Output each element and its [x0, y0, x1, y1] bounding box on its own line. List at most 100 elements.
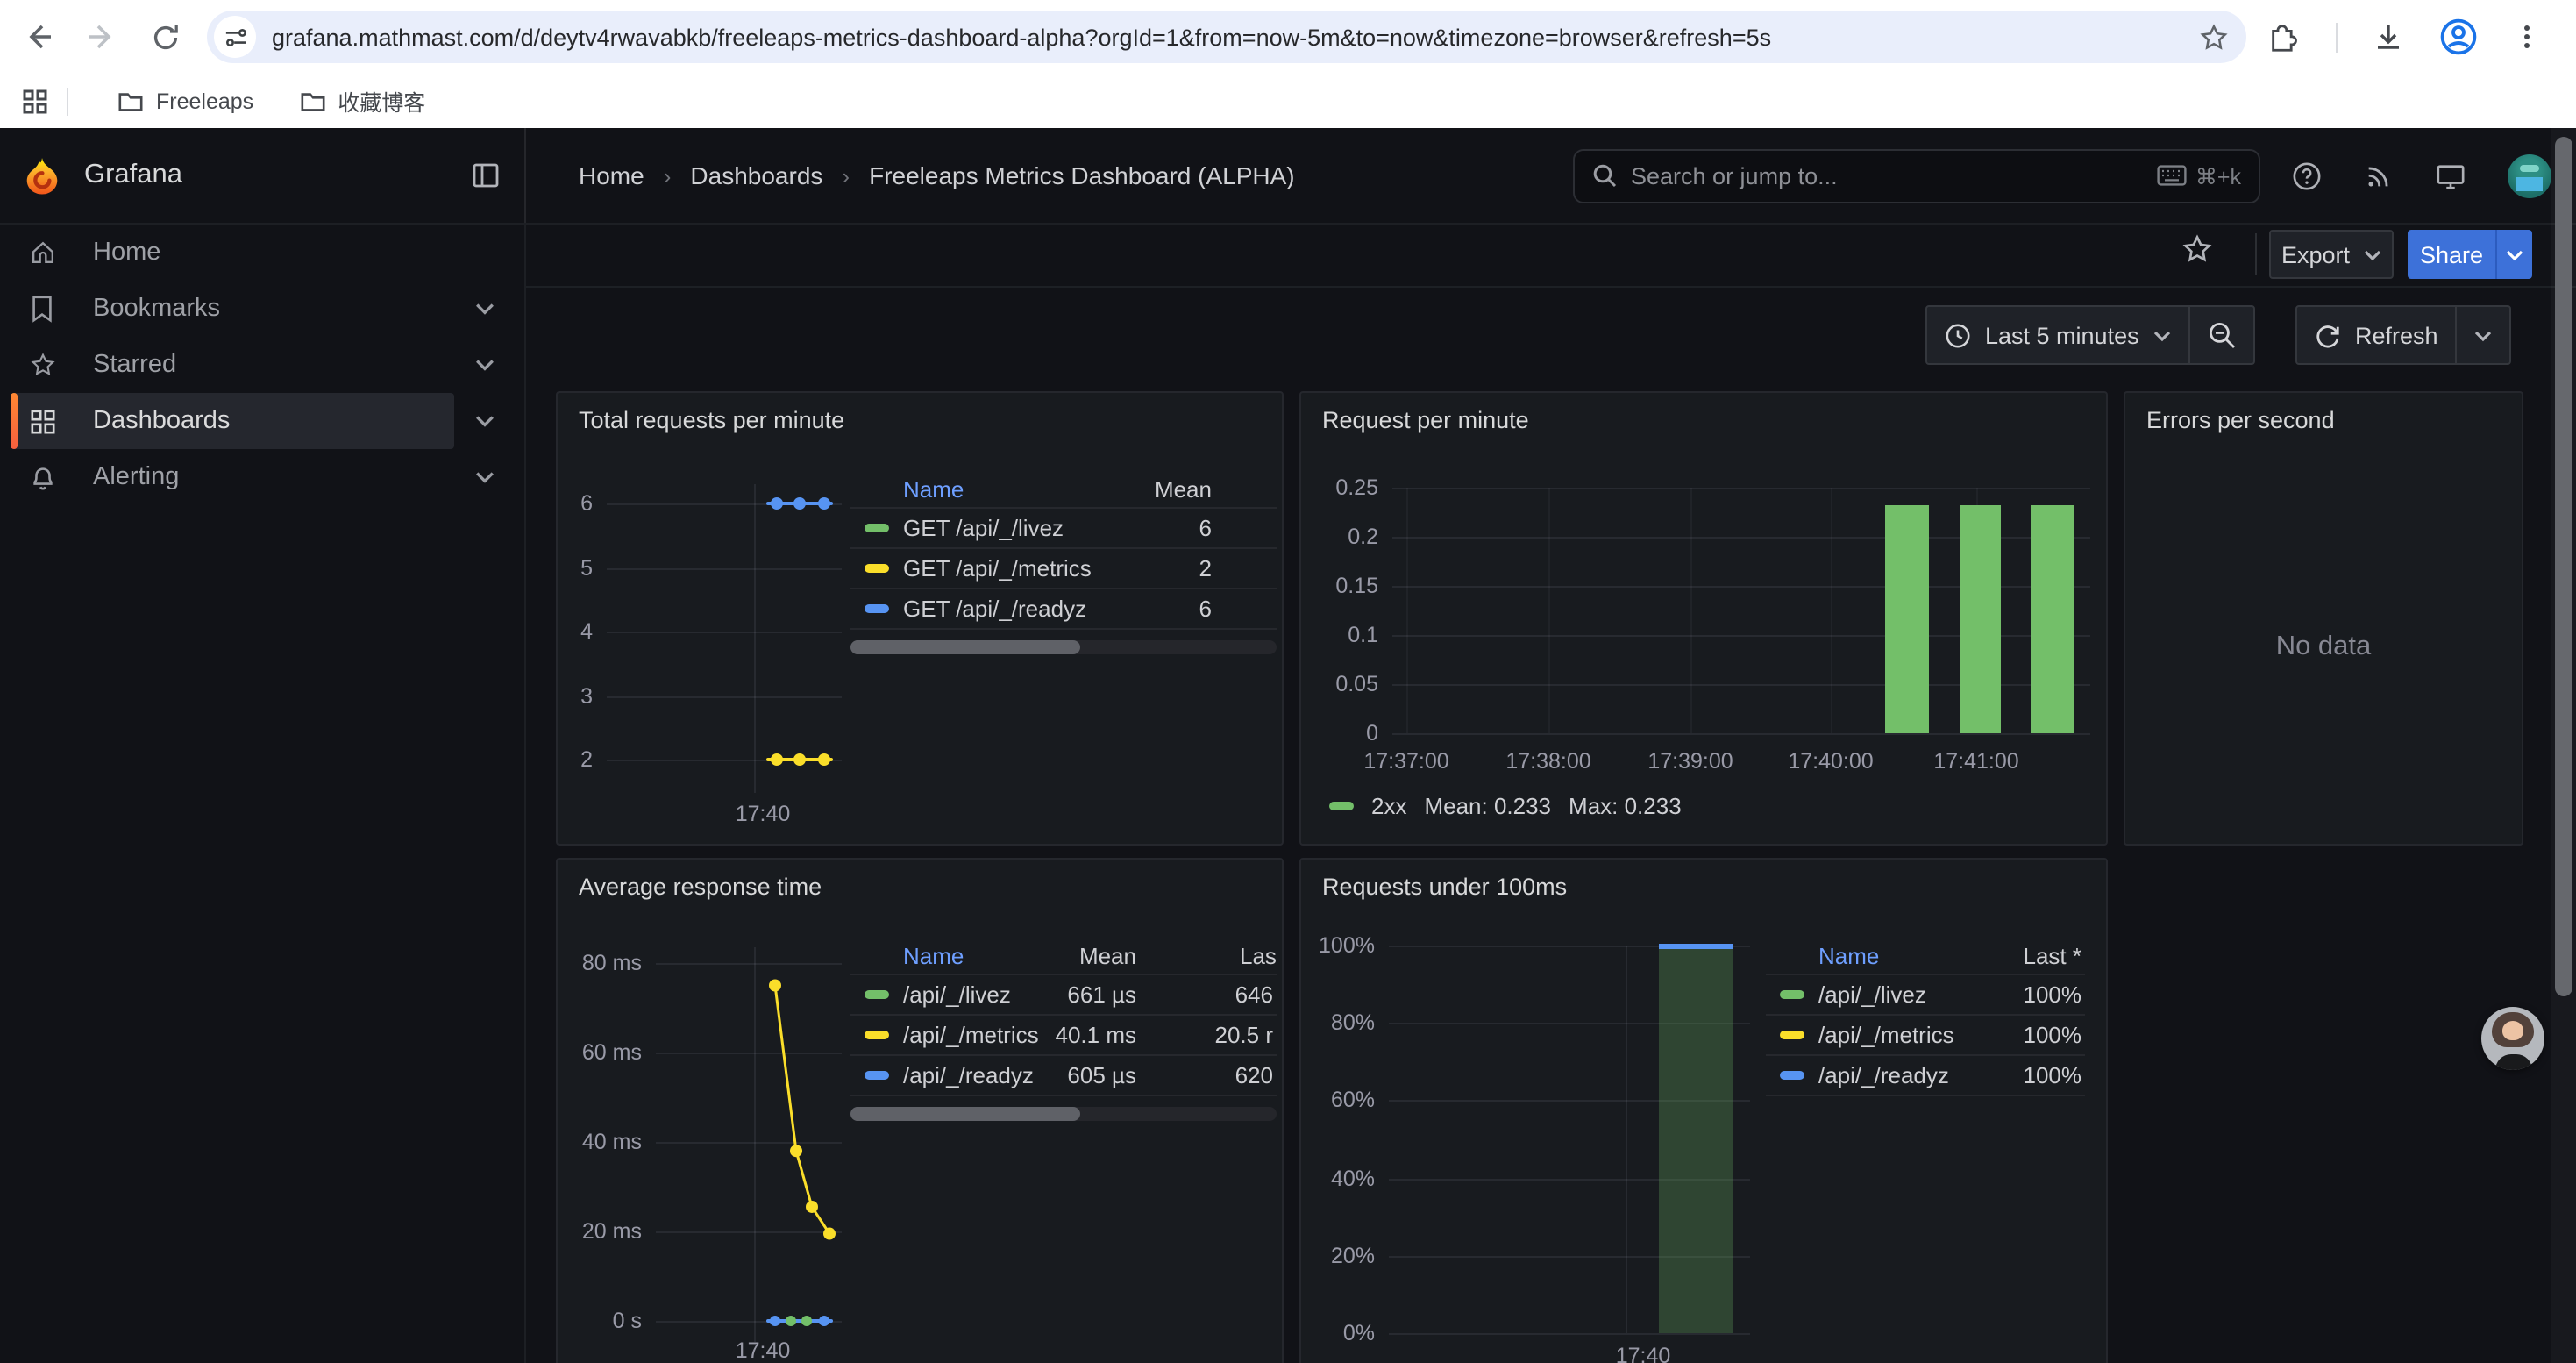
legend-table: NameMeanGET /api/_/livez6GET /api/_/metr…	[850, 470, 1277, 654]
chevron-down-icon	[2364, 248, 2381, 260]
browser-menu-button[interactable]	[2513, 23, 2541, 51]
chevron-down-icon[interactable]	[475, 470, 495, 484]
gridline	[607, 567, 842, 569]
series-name: GET /api/_/readyz	[903, 596, 1086, 622]
legend-scrollbar-thumb[interactable]	[850, 640, 1080, 654]
display-button[interactable]	[2436, 161, 2466, 190]
gridline	[1392, 733, 2090, 735]
vertical-scrollbar[interactable]	[2551, 128, 2576, 1363]
profile-button[interactable]	[2439, 18, 2478, 56]
assistant-avatar[interactable]	[2481, 1007, 2544, 1070]
legend-row[interactable]: GET /api/_/readyz6	[850, 589, 1277, 630]
bookmark-folder-blogs[interactable]: 收藏博客	[285, 79, 439, 123]
mega-menu-toggle[interactable]	[472, 161, 500, 189]
home-icon	[30, 239, 56, 267]
scrollbar-thumb[interactable]	[2555, 137, 2572, 996]
export-button[interactable]: Export	[2269, 230, 2394, 279]
legend-col-name[interactable]: Name	[1818, 942, 1879, 968]
series-name: /api/_/readyz	[903, 1062, 1034, 1088]
legend-row[interactable]: /api/_/metrics40.1 ms20.5 r	[850, 1016, 1277, 1056]
panel-title[interactable]: Errors per second	[2146, 407, 2335, 433]
legend-col-mean[interactable]: Last *	[2024, 942, 2082, 968]
breadcrumb-dashboards[interactable]: Dashboards	[690, 161, 822, 189]
chevron-down-icon[interactable]	[475, 358, 495, 372]
x-axis-label: 17:39:00	[1647, 749, 1733, 774]
legend-row[interactable]: /api/_/readyz605 µs620	[850, 1056, 1277, 1096]
legend-row[interactable]: GET /api/_/metrics2	[850, 549, 1277, 589]
y-axis-label: 4	[558, 619, 593, 644]
breadcrumb-home[interactable]: Home	[579, 161, 644, 189]
legend-scrollbar[interactable]	[850, 1107, 1277, 1121]
data-point	[786, 1316, 796, 1326]
main-area: Export Share Last 5 minutes	[526, 225, 2576, 1363]
panel-title[interactable]: Requests under 100ms	[1322, 874, 1567, 900]
legend-row[interactable]: /api/_/metrics100%	[1766, 1016, 2085, 1056]
refresh-interval-button[interactable]	[2458, 307, 2510, 363]
chevron-down-icon[interactable]	[475, 414, 495, 428]
refresh-button[interactable]: Refresh	[2297, 307, 2456, 363]
sidebar-item-bookmarks[interactable]: Bookmarks	[0, 281, 524, 337]
y-axis-label: 0	[1301, 721, 1378, 746]
legend-col-last[interactable]: Las	[1240, 942, 1277, 968]
panel-title[interactable]: Request per minute	[1322, 407, 1529, 433]
time-range-group: Last 5 minutes	[1925, 305, 2255, 365]
legend-row[interactable]: GET /api/_/livez6	[850, 509, 1277, 549]
bar	[1885, 504, 1929, 733]
legend-header-row: Name Mean Las	[850, 937, 1277, 975]
grafana-top-nav: Grafana Home › Dashboards › Freeleaps Me…	[0, 128, 2576, 225]
dashboard-canvas: Total requests per minute6543217:40NameM…	[526, 381, 2576, 1363]
grafana-logo[interactable]	[25, 157, 60, 194]
back-arrow-icon	[23, 21, 54, 53]
sidebar-item-home[interactable]: Home	[0, 225, 524, 281]
gridline	[1389, 1333, 1750, 1335]
panel-title[interactable]: Total requests per minute	[579, 407, 844, 433]
series-mean: Mean: 0.233	[1424, 793, 1551, 819]
legend-row[interactable]: /api/_/readyz100%	[1766, 1056, 2085, 1096]
legend-row[interactable]: /api/_/livez100%	[1766, 975, 2085, 1016]
zoom-out-button[interactable]	[2190, 307, 2253, 363]
gridline	[607, 696, 842, 697]
gridline	[607, 632, 842, 633]
series-last-value: 620	[1235, 1062, 1273, 1088]
series-max: Max: 0.233	[1569, 793, 1682, 819]
url-bar[interactable]: grafana.mathmast.com/d/deytv4rwavabkb/fr…	[207, 11, 2246, 63]
sidebar-item-dashboards[interactable]: Dashboards	[0, 393, 524, 449]
share-menu-button[interactable]	[2495, 230, 2532, 279]
browser-back-button[interactable]	[14, 12, 63, 61]
legend-scrollbar-thumb[interactable]	[850, 1107, 1080, 1121]
legend-header-row: Name Last *	[1766, 937, 2085, 975]
series-name[interactable]: 2xx	[1371, 793, 1406, 819]
legend-scrollbar[interactable]	[850, 640, 1277, 654]
legend-col-mean[interactable]: Mean	[1155, 475, 1212, 502]
news-rss-button[interactable]	[2364, 161, 2394, 190]
legend-col-name[interactable]: Name	[903, 475, 964, 502]
user-avatar[interactable]	[2508, 153, 2551, 197]
sidebar-item-starred[interactable]: Starred	[0, 337, 524, 393]
legend-col-name[interactable]: Name	[903, 942, 964, 968]
bookmark-folder-freeleaps[interactable]: Freeleaps	[103, 83, 267, 118]
chevron-down-icon[interactable]	[475, 302, 495, 316]
extensions-button[interactable]	[2267, 20, 2301, 54]
sidebar-item-alerting[interactable]: Alerting	[0, 449, 524, 505]
legend-row[interactable]: /api/_/livez661 µs646	[850, 975, 1277, 1016]
share-button[interactable]: Share	[2408, 230, 2495, 279]
legend-col-mean[interactable]: Mean	[1079, 942, 1136, 968]
series-color-pill	[1780, 1031, 1804, 1039]
site-settings-icon[interactable]	[214, 16, 256, 58]
search-input[interactable]: Search or jump to... ⌘+k	[1573, 148, 2260, 203]
brand-label: Grafana	[84, 160, 182, 191]
y-axis-label: 0.2	[1301, 525, 1378, 549]
browser-toolbar: grafana.mathmast.com/d/deytv4rwavabkb/fr…	[0, 0, 2576, 74]
browser-reload-button[interactable]	[140, 12, 189, 61]
favorite-star-button[interactable]	[2181, 233, 2213, 265]
series-value: 100%	[2024, 1062, 2082, 1088]
time-range-picker[interactable]: Last 5 minutes	[1927, 307, 2188, 363]
series-name: GET /api/_/metrics	[903, 555, 1092, 582]
help-button[interactable]	[2292, 161, 2322, 190]
browser-forward-button[interactable]	[77, 12, 126, 61]
legend: 2xx Mean: 0.233 Max: 0.233	[1329, 793, 1682, 819]
downloads-button[interactable]	[2373, 21, 2404, 53]
search-icon	[1592, 163, 1617, 188]
bookmark-star-icon[interactable]	[2199, 22, 2229, 52]
apps-grid-icon[interactable]	[21, 87, 49, 115]
